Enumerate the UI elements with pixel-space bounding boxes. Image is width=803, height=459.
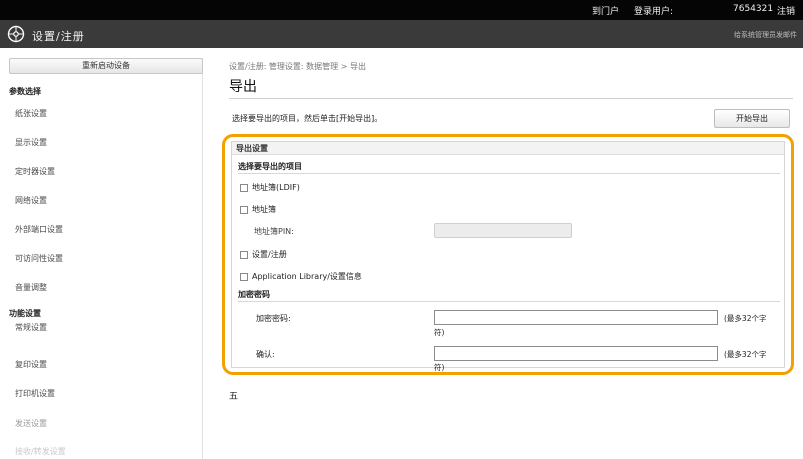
address-book-pin-label: 地址簿PIN: [254,227,294,236]
sidebar-item-receive-forward[interactable]: 接收/转发设置 [15,446,66,457]
export-settings-highlight: 导出设置 选择要导出的项目 地址簿(LDIF) 地址簿 地址簿PIN: 设置/注… [222,134,794,375]
logout-link[interactable]: 注销 [777,4,795,17]
confirm-password-hint-wrap: 符) [434,363,445,372]
export-settings-panel: 导出设置 选择要导出的项目 地址簿(LDIF) 地址簿 地址簿PIN: 设置/注… [231,141,785,372]
sidebar-item-send[interactable]: 发送设置 [15,418,47,429]
footnote-mark: 五 [229,392,239,402]
checkbox-row-address-book-ldif[interactable]: 地址簿(LDIF) [240,182,300,193]
login-user-label: 登录用户: [634,7,674,17]
encrypt-password-label: 加密密码: [256,314,291,323]
login-user-id: 7654321 [733,4,774,14]
sidebar-item-timer[interactable]: 定时器设置 [15,166,55,177]
settings-logo-icon [7,25,25,43]
sidebar-section-functions: 功能设置 [9,309,41,318]
header-title: 设置/注册 [32,30,85,43]
mail-admin-link[interactable]: 给系统管理员发邮件 [734,30,797,40]
application-library-label: Application Library/设置信息 [252,272,362,281]
sidebar-item-printer[interactable]: 打印机设置 [15,388,55,399]
encrypt-password-divider [238,301,780,302]
checkbox-row-address-book[interactable]: 地址簿 [240,204,276,215]
checkbox-row-settings-registration[interactable]: 设置/注册 [240,249,287,260]
address-book-ldif-checkbox[interactable] [240,183,248,192]
export-settings-header: 导出设置 [232,142,784,155]
confirm-password-label: 确认: [256,350,275,359]
sidebar-section-preferences: 参数选择 [9,87,41,96]
sidebar-item-network[interactable]: 网络设置 [15,195,47,206]
top-bar: 到门户 登录用户: 7654321 注销 [0,0,803,20]
settings-registration-label: 设置/注册 [252,250,287,259]
sidebar: 重新启动设备 参数选择 纸张设置 显示设置 定时器设置 网络设置 外部端口设置 … [9,58,203,459]
encrypt-password-hint-wrap: 符) [434,328,445,337]
select-items-divider [238,173,780,174]
sidebar-item-paper[interactable]: 纸张设置 [15,108,47,119]
portal-link[interactable]: 到门户 [592,4,619,17]
sidebar-item-display[interactable]: 显示设置 [15,137,47,148]
application-library-checkbox[interactable] [240,272,248,281]
encrypt-password-hint: (最多32个字 [724,314,767,323]
sidebar-item-volume[interactable]: 音量调整 [15,282,47,293]
settings-registration-checkbox[interactable] [240,250,248,259]
page-title: 导出 [229,79,257,95]
sidebar-item-common[interactable]: 常规设置 [15,322,47,333]
checkbox-row-application-library[interactable]: Application Library/设置信息 [240,271,362,282]
sidebar-item-external-port[interactable]: 外部端口设置 [15,224,63,235]
address-book-checkbox[interactable] [240,205,248,214]
start-export-button[interactable]: 开始导出 [714,109,790,128]
app-header: 设置/注册 给系统管理员发邮件 [0,20,803,48]
restart-device-button[interactable]: 重新启动设备 [9,58,203,74]
sidebar-item-copy[interactable]: 复印设置 [15,359,47,370]
address-book-pin-input[interactable] [434,223,572,238]
address-book-ldif-label: 地址簿(LDIF) [252,183,300,192]
breadcrumb: 设置/注册: 管理设置: 数据管理 > 导出 [229,62,366,71]
encrypt-password-input[interactable] [434,310,718,325]
confirm-password-hint: (最多32个字 [724,350,767,359]
title-divider [229,98,793,99]
instruction-text: 选择要导出的项目，然后单击[开始导出]。 [232,114,383,123]
confirm-password-input[interactable] [434,346,718,361]
select-items-heading: 选择要导出的项目 [238,162,302,171]
sidebar-item-accessibility[interactable]: 可访问性设置 [15,253,63,264]
address-book-label: 地址簿 [252,205,276,214]
encrypt-password-heading: 加密密码 [238,290,270,299]
